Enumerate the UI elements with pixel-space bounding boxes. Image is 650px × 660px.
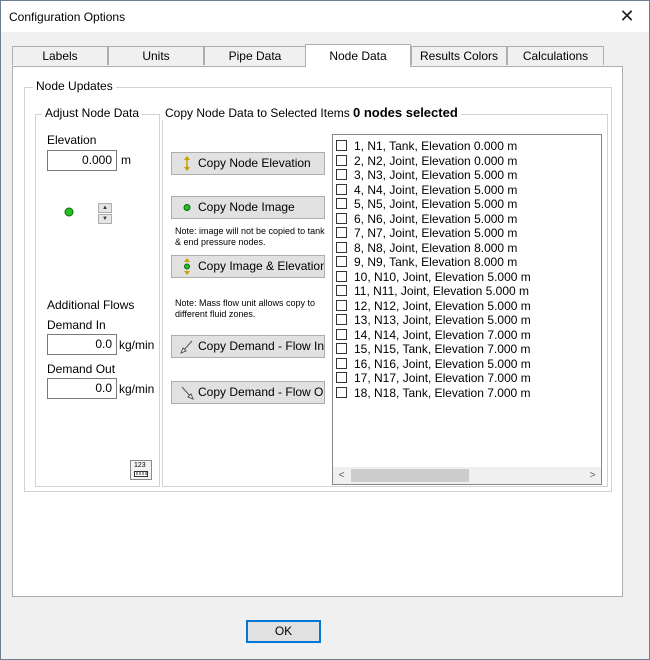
scroll-thumb[interactable]: [351, 469, 469, 482]
item-checkbox[interactable]: [336, 328, 347, 340]
elevation-label: Elevation: [47, 133, 97, 147]
ok-button[interactable]: OK: [246, 620, 321, 643]
additional-flows-label: Additional Flows: [47, 298, 135, 312]
copy-image-elevation-label: Copy Image & Elevation: [198, 259, 325, 273]
tab-labels[interactable]: Labels: [12, 46, 108, 65]
item-checkbox[interactable]: [336, 285, 347, 296]
image-copy-note: Note: image will not be copied to tank &…: [175, 226, 325, 247]
tab-calculations[interactable]: Calculations: [507, 46, 604, 65]
elevation-input[interactable]: 0.000: [47, 150, 117, 171]
spin-up-button[interactable]: ▲: [98, 203, 112, 213]
elevation-arrow-icon: [184, 156, 190, 171]
tab-units[interactable]: Units: [108, 46, 204, 65]
window-title: Configuration Options: [9, 10, 126, 24]
image-elevation-icon: [184, 258, 190, 275]
tab-pipe-data[interactable]: Pipe Data: [204, 46, 306, 65]
item-checkbox[interactable]: [336, 183, 347, 195]
node-image-dot-icon: [183, 204, 191, 211]
title-bar: Configuration Options ✕: [1, 1, 649, 32]
ruler-icon: [134, 471, 148, 477]
scroll-right-icon[interactable]: >: [584, 467, 601, 484]
copy-node-elevation-label: Copy Node Elevation: [198, 156, 311, 170]
item-checkbox[interactable]: [336, 154, 347, 166]
demand-in-input[interactable]: 0.0: [47, 334, 117, 355]
item-checkbox[interactable]: [336, 343, 347, 354]
copy-node-image-button[interactable]: Copy Node Image: [171, 196, 325, 219]
selected-count-label: 0 nodes selected: [350, 105, 461, 120]
tab-node-data[interactable]: Node Data: [305, 44, 411, 67]
horizontal-scrollbar[interactable]: < >: [333, 467, 601, 484]
demand-in-label: Demand In: [47, 318, 106, 332]
demand-out-label: Demand Out: [47, 362, 116, 376]
item-checkbox[interactable]: [336, 372, 347, 383]
scroll-left-icon[interactable]: <: [333, 467, 350, 484]
copy-node-elevation-button[interactable]: Copy Node Elevation: [171, 152, 325, 175]
item-checkbox[interactable]: [336, 299, 347, 311]
close-icon[interactable]: ✕: [605, 1, 649, 32]
node-checklist[interactable]: 1, N1, Tank, Elevation 0.000 m 2, N2, Jo…: [332, 134, 602, 485]
calculator-icon[interactable]: 123: [130, 460, 152, 480]
spin-down-button[interactable]: ▼: [98, 214, 112, 224]
item-checkbox[interactable]: [336, 140, 347, 151]
item-checkbox[interactable]: [336, 227, 347, 238]
node-updates-label: Node Updates: [33, 79, 116, 93]
item-checkbox[interactable]: [336, 357, 347, 369]
adjust-node-data-label: Adjust Node Data: [42, 106, 143, 120]
copy-demand-flow-in-label: Copy Demand - Flow In: [198, 339, 325, 353]
item-checkbox[interactable]: [336, 198, 347, 209]
elevation-unit: m: [121, 153, 131, 167]
flow-out-arrow-icon: [181, 386, 194, 400]
node-image-green-dot-icon: [64, 207, 74, 217]
demand-in-unit: kg/min: [119, 338, 155, 352]
demand-out-unit: kg/min: [119, 382, 155, 396]
copy-image-elevation-button[interactable]: Copy Image & Elevation: [171, 255, 325, 278]
item-checkbox[interactable]: [336, 169, 347, 180]
flow-in-arrow-icon: [180, 340, 193, 354]
tab-results-colors[interactable]: Results Colors: [411, 46, 507, 65]
copy-demand-flow-out-label: Copy Demand - Flow Out: [198, 385, 325, 399]
item-checkbox[interactable]: [336, 256, 347, 267]
copy-demand-flow-out-button[interactable]: Copy Demand - Flow Out: [171, 381, 325, 404]
item-checkbox[interactable]: [336, 386, 347, 398]
item-checkbox[interactable]: [336, 212, 347, 224]
copy-node-data-label: Copy Node Data to Selected Items:: [162, 106, 357, 120]
item-checkbox[interactable]: [336, 314, 347, 325]
copy-node-image-label: Copy Node Image: [198, 200, 295, 214]
node-data-panel: Node Updates Adjust Node Data Copy Node …: [12, 66, 623, 597]
demand-out-input[interactable]: 0.0: [47, 378, 117, 399]
copy-demand-flow-in-button[interactable]: Copy Demand - Flow In: [171, 335, 325, 358]
item-checkbox[interactable]: [336, 270, 347, 282]
item-checkbox[interactable]: [336, 241, 347, 253]
mass-flow-note: Note: Mass flow unit allows copy to diff…: [175, 298, 316, 319]
configuration-dialog: Configuration Options ✕ Labels Units Pip…: [0, 0, 650, 660]
